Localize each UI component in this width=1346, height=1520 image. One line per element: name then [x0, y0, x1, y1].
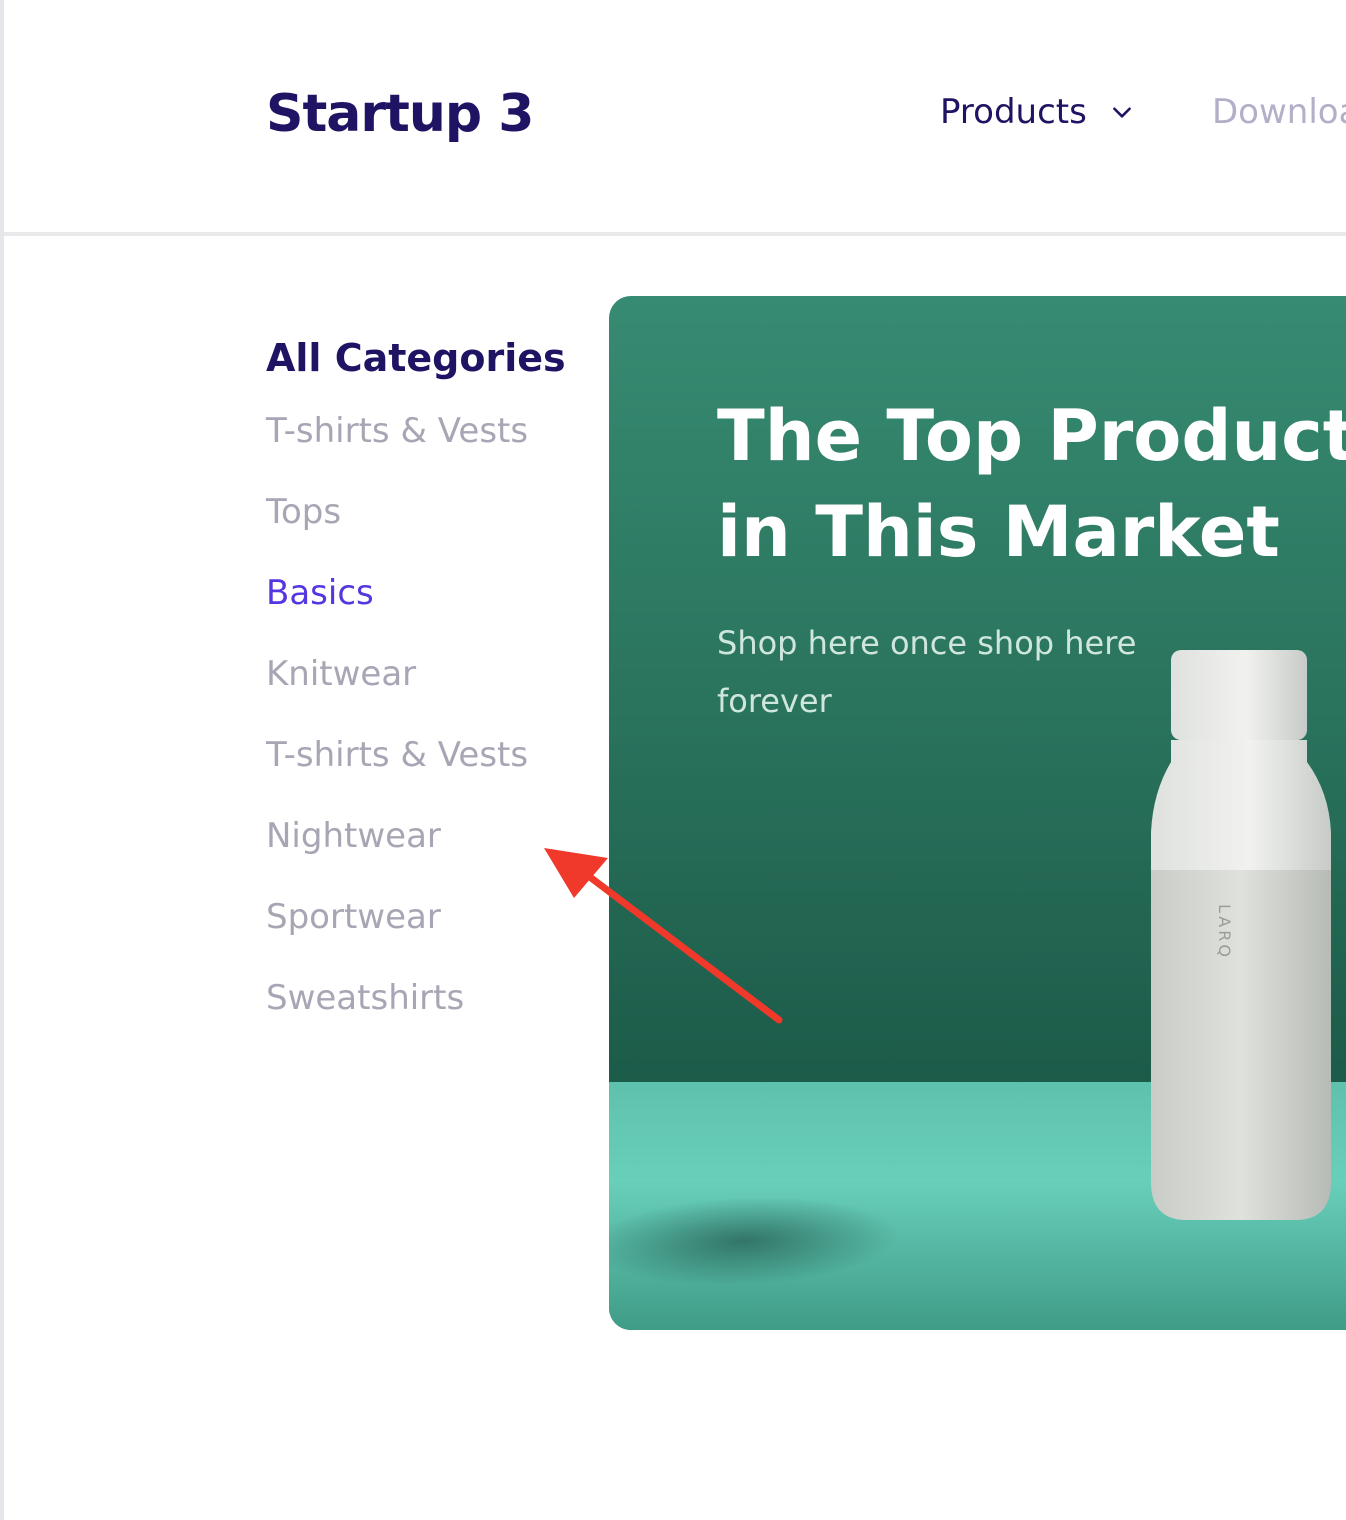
- category-item-tshirts-vests-2[interactable]: T-shirts & Vests: [266, 738, 586, 819]
- hero-banner[interactable]: The Top Products in This Market Shop her…: [609, 296, 1346, 1330]
- header: Startup 3 Products Downloa: [4, 0, 1346, 236]
- category-item-knitwear[interactable]: Knitwear: [266, 657, 586, 738]
- category-item-tshirts-vests[interactable]: T-shirts & Vests: [266, 414, 586, 495]
- hero-subtitle: Shop here once shop here forever: [717, 624, 1137, 720]
- hero-title-line1: The Top Products: [717, 395, 1346, 477]
- nav-products-dropdown[interactable]: Products: [940, 92, 1135, 132]
- hero-title: The Top Products in This Market: [717, 388, 1346, 580]
- hero-title-line2: in This Market: [717, 491, 1280, 573]
- annotation-arrow-icon: [544, 848, 783, 1024]
- categories-title: All Categories: [266, 336, 566, 380]
- category-item-basics[interactable]: Basics: [266, 576, 586, 657]
- nav-products-label: Products: [940, 92, 1087, 132]
- plant-shadow: [609, 1196, 920, 1286]
- page: Startup 3 Products Downloa All Categorie…: [0, 0, 1346, 1520]
- category-item-tops[interactable]: Tops: [266, 495, 586, 576]
- bottle-image: LARQ: [1151, 650, 1331, 1220]
- chevron-down-icon: [1112, 107, 1131, 118]
- logo[interactable]: Startup 3: [266, 84, 534, 144]
- bottle-brand-label: LARQ: [1215, 904, 1234, 960]
- nav-download-link[interactable]: Downloa: [1212, 92, 1346, 132]
